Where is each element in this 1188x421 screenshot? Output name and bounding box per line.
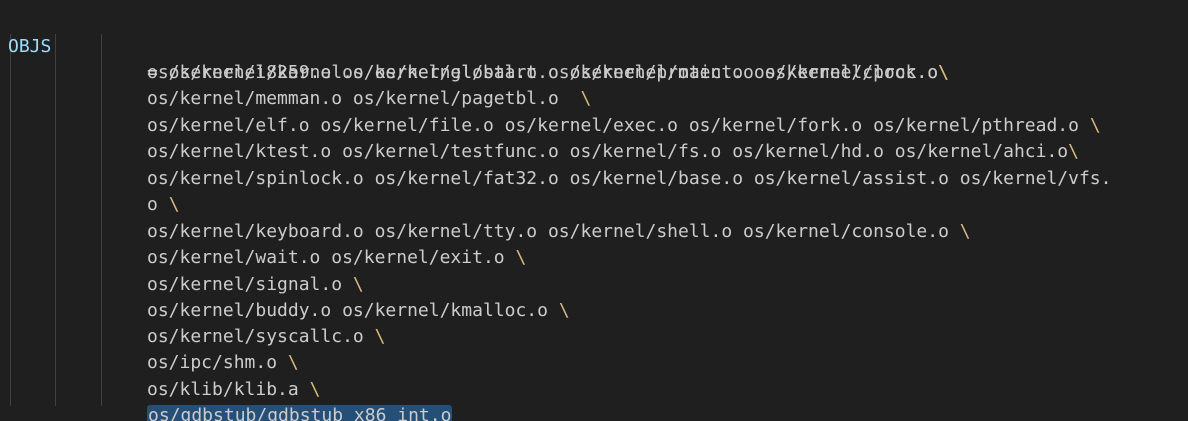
line-continuation: \ — [374, 326, 386, 347]
code-line-9[interactable]: os/kernel/signal.o \ — [0, 246, 364, 295]
code-text: os/kernel/signal.o — [147, 274, 353, 295]
code-line-12[interactable]: os/ipc/shm.o \ — [0, 324, 299, 373]
line-continuation: \ — [1068, 141, 1079, 162]
code-line-2[interactable]: os/kernel/i8259.o os/kernel/global.o os/… — [0, 34, 949, 83]
code-text: os/kernel/spinlock.o os/kernel/fat32.o o… — [147, 168, 1112, 189]
code-line-6[interactable]: os/kernel/spinlock.o os/kernel/fat32.o o… — [0, 140, 1112, 189]
code-text: os/kernel/keyboard.o os/kernel/tty.o os/… — [147, 221, 960, 242]
code-text: o — [147, 194, 169, 215]
code-line-14[interactable]: os/gdbstub/gdbstub_x86_int.o — [0, 377, 453, 421]
line-continuation: \ — [287, 352, 299, 373]
line-continuation: \ — [1089, 115, 1101, 136]
line-continuation: \ — [352, 274, 364, 295]
code-text: os/kernel/syscallc.o — [147, 326, 375, 347]
code-text: os/kernel/buddy.o os/kernel/kmalloc.o — [147, 300, 559, 321]
line-continuation: \ — [959, 221, 971, 242]
code-line-3[interactable]: os/kernel/memman.o os/kernel/pagetbl.o \ — [0, 60, 591, 109]
code-text: os/kernel/wait.o os/kernel/exit.o — [147, 247, 516, 268]
code-line-13[interactable]: os/klib/klib.a \ — [0, 351, 320, 400]
code-line-1[interactable]: OBJS = os/kernel/kernel.o os/kernel/star… — [0, 8, 949, 83]
code-line-4[interactable]: os/kernel/elf.o os/kernel/file.o os/kern… — [0, 87, 1101, 136]
code-line-5[interactable]: os/kernel/ktest.o os/kernel/testfunc.o o… — [0, 113, 1079, 162]
line-continuation: \ — [168, 194, 180, 215]
code-text: os/kernel/elf.o os/kernel/file.o os/kern… — [147, 115, 1090, 136]
indent-guide — [101, 34, 102, 406]
line-continuation: \ — [938, 62, 949, 83]
line-continuation: \ — [515, 247, 527, 268]
line-continuation: \ — [580, 88, 592, 109]
code-text: os/kernel/i8259.o os/kernel/global.o os/… — [147, 62, 939, 83]
code-line-6-wrap[interactable]: o \ — [0, 166, 180, 215]
line-continuation: \ — [558, 300, 570, 321]
code-line-10[interactable]: os/kernel/buddy.o os/kernel/kmalloc.o \ — [0, 272, 570, 321]
code-line-7[interactable]: os/kernel/keyboard.o os/kernel/tty.o os/… — [0, 193, 971, 242]
code-text: os/kernel/memman.o os/kernel/pagetbl.o — [147, 88, 581, 109]
indent-guide — [55, 34, 56, 406]
code-editor[interactable]: OBJS = os/kernel/kernel.o os/kernel/star… — [0, 0, 1188, 421]
selected-text[interactable]: os/gdbstub/gdbstub_x86_int.o — [147, 405, 453, 421]
line-continuation: \ — [309, 379, 321, 400]
code-text: os/klib/klib.a — [147, 379, 310, 400]
code-text: os/kernel/ktest.o os/kernel/testfunc.o o… — [147, 141, 1069, 162]
code-line-8[interactable]: os/kernel/wait.o os/kernel/exit.o \ — [0, 219, 526, 268]
code-line-11[interactable]: os/kernel/syscallc.o \ — [0, 298, 385, 347]
code-text: os/ipc/shm.o — [147, 352, 288, 373]
